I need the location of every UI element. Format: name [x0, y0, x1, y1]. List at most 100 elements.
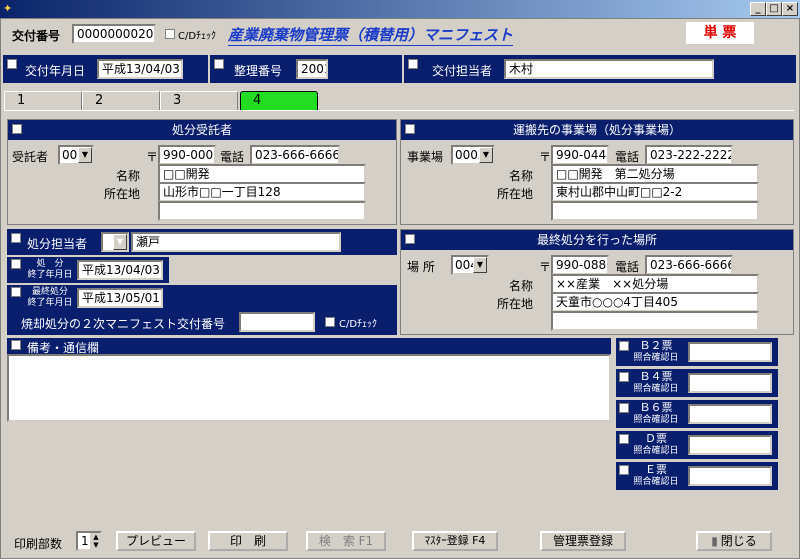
- tab-4[interactable]: 4: [240, 91, 318, 111]
- issue-date-checkbox[interactable]: [7, 59, 17, 69]
- disposal-staff-select[interactable]: ▼: [101, 232, 129, 252]
- staff-field[interactable]: 木村: [504, 59, 714, 79]
- contractor-label: 受託者: [12, 150, 49, 164]
- ticket-b6-name: Ｂ６票: [639, 401, 673, 414]
- site-address-field[interactable]: 東村山郡中山町□□2-2: [551, 182, 759, 202]
- issue-no-field[interactable]: 00000000201: [72, 24, 156, 44]
- final-disposal-end-field[interactable]: 平成13/05/01: [77, 288, 163, 308]
- disposal-staff-checkbox[interactable]: [11, 233, 21, 243]
- transport-site-panel: 運搬先の事業場（処分事業場） 事業場 0002 ▼ 〒 990-0444 電話 0…: [400, 119, 794, 225]
- title-bar: ✦ _ □ ×: [0, 0, 800, 18]
- disposal-contractor-header: 処分受託者: [8, 120, 396, 140]
- ticket-b2-field[interactable]: [688, 342, 772, 362]
- ticket-b4: Ｂ４票 照合確認日: [616, 369, 778, 397]
- place-name-field[interactable]: ××産業 ××処分場: [551, 274, 759, 294]
- disposal-end-label-top: 処 分: [36, 259, 64, 269]
- site-address2-field[interactable]: [551, 201, 759, 221]
- copies-spinner[interactable]: ▲ ▼: [90, 533, 102, 549]
- ticket-e-field[interactable]: [688, 466, 772, 486]
- print-button[interactable]: 印 刷: [208, 531, 288, 551]
- place-address-label: 所在地: [497, 297, 534, 311]
- tab-divider: [4, 110, 794, 111]
- transport-site-checkbox[interactable]: [405, 124, 415, 134]
- manage-register-button[interactable]: 管理票登録: [540, 531, 626, 551]
- final-disposal-end-group: 最終処分 終了年月日 平成13/05/01 焼却処分の２次マニフェスト交付番号 …: [7, 285, 397, 335]
- contractor-name-label: 名称: [116, 169, 141, 183]
- door-icon: ▮: [711, 534, 718, 548]
- close-button[interactable]: ▮ 閉じる: [696, 531, 772, 551]
- contractor-address-label: 所在地: [104, 187, 141, 201]
- staff-label: 交付担当者: [432, 64, 493, 78]
- place-address-field[interactable]: 天童市○○○4丁目405: [551, 292, 759, 312]
- disposal-contractor-checkbox[interactable]: [12, 124, 22, 134]
- issue-no-label: 交付番号: [12, 29, 61, 43]
- disposal-end-group: 処 分 終了年月日 平成13/04/03: [7, 257, 169, 283]
- disposal-staff-field[interactable]: 瀬戸: [131, 232, 341, 252]
- ticket-b6-sub: 照合確認日: [633, 415, 679, 425]
- secondary-manifest-label: 焼却処分の２次マニフェスト交付番号: [21, 317, 226, 331]
- site-name-field[interactable]: □□開発 第二処分場: [551, 164, 759, 184]
- cd-check-checkbox[interactable]: [165, 29, 175, 39]
- contractor-address2-field[interactable]: [158, 201, 366, 221]
- ref-no-field[interactable]: 2001: [296, 59, 328, 79]
- remarks-textarea[interactable]: [7, 354, 611, 422]
- remarks-checkbox[interactable]: [11, 340, 21, 350]
- ticket-b4-sub: 照合確認日: [633, 384, 679, 394]
- disposal-end-label-bottom: 終了年月日: [27, 270, 73, 280]
- copies-label: 印刷部数: [14, 537, 63, 551]
- ref-no-group: 整理番号 2001: [210, 55, 402, 83]
- single-ticket-badge: 単 票: [686, 22, 754, 44]
- disposal-end-field[interactable]: 平成13/04/03: [77, 260, 163, 280]
- secondary-manifest-field[interactable]: [239, 312, 315, 332]
- final-disposal-end-checkbox[interactable]: [11, 287, 21, 297]
- staff-checkbox[interactable]: [408, 59, 418, 69]
- ref-no-checkbox[interactable]: [214, 59, 224, 69]
- disposal-end-checkbox[interactable]: [11, 259, 21, 269]
- secondary-cd-checkbox[interactable]: [325, 317, 335, 327]
- site-label: 事業場: [407, 150, 444, 164]
- tab-1[interactable]: 1: [4, 91, 82, 111]
- place-select[interactable]: 004 ▼: [451, 255, 489, 275]
- chevron-down-icon: ▼: [473, 257, 487, 273]
- chevron-down-icon: ▼: [78, 147, 92, 163]
- ticket-d: Ｄ票 照合確認日: [616, 431, 778, 459]
- issue-date-group: 交付年月日 平成13/04/03: [3, 55, 208, 83]
- ticket-b6-field[interactable]: [688, 404, 772, 424]
- form-title: 産業廃棄物管理票（積替用）マニフェスト: [228, 26, 514, 46]
- ref-no-label: 整理番号: [234, 64, 283, 78]
- ticket-b2-sub: 照合確認日: [633, 353, 679, 363]
- ticket-d-field[interactable]: [688, 435, 772, 455]
- issue-date-field[interactable]: 平成13/04/03: [97, 59, 183, 79]
- site-select[interactable]: 0002 ▼: [451, 145, 495, 165]
- master-register-button[interactable]: ﾏｽﾀｰ登録 F4: [412, 531, 498, 551]
- final-disposal-end-label-bottom: 終了年月日: [27, 298, 73, 308]
- maximize-button[interactable]: □: [766, 2, 782, 16]
- search-button[interactable]: 検 索 F1: [306, 531, 386, 551]
- chevron-down-icon: ▼: [113, 234, 127, 250]
- contractor-select[interactable]: 002 ▼: [58, 145, 94, 165]
- final-disposal-place-checkbox[interactable]: [405, 234, 415, 244]
- site-address-label: 所在地: [497, 187, 534, 201]
- contractor-postal-field[interactable]: 990-0003: [158, 145, 216, 165]
- issue-date-label: 交付年月日: [25, 64, 86, 78]
- place-tel-field[interactable]: 023-666-6666: [645, 255, 733, 275]
- preview-button[interactable]: プレビュー: [116, 531, 196, 551]
- ticket-b4-field[interactable]: [688, 373, 772, 393]
- place-postal-field[interactable]: 990-0888: [551, 255, 609, 275]
- place-label: 場 所: [407, 260, 435, 274]
- final-disposal-place-panel: 最終処分を行った場所 場 所 004 ▼ 〒 990-0888 電話 023-66…: [400, 229, 794, 335]
- site-tel-label: 電話: [615, 150, 640, 164]
- contractor-name-field[interactable]: □□開発: [158, 164, 366, 184]
- contractor-tel-field[interactable]: 023-666-6666: [250, 145, 340, 165]
- site-postal-field[interactable]: 990-0444: [551, 145, 609, 165]
- disposal-contractor-panel: 処分受託者 受託者 002 ▼ 〒 990-0003 電話 023-666-666…: [7, 119, 397, 225]
- site-tel-field[interactable]: 023-222-2222: [645, 145, 733, 165]
- tab-2[interactable]: 2: [82, 91, 160, 111]
- close-window-button[interactable]: ×: [782, 2, 798, 16]
- tab-3[interactable]: 3: [160, 91, 238, 111]
- contractor-address-field[interactable]: 山形市□□一丁目128: [158, 182, 366, 202]
- minimize-button[interactable]: _: [750, 2, 766, 16]
- ticket-b2-name: Ｂ２票: [639, 339, 673, 352]
- staff-group: 交付担当者 木村: [404, 55, 796, 83]
- place-address2-field[interactable]: [551, 311, 759, 331]
